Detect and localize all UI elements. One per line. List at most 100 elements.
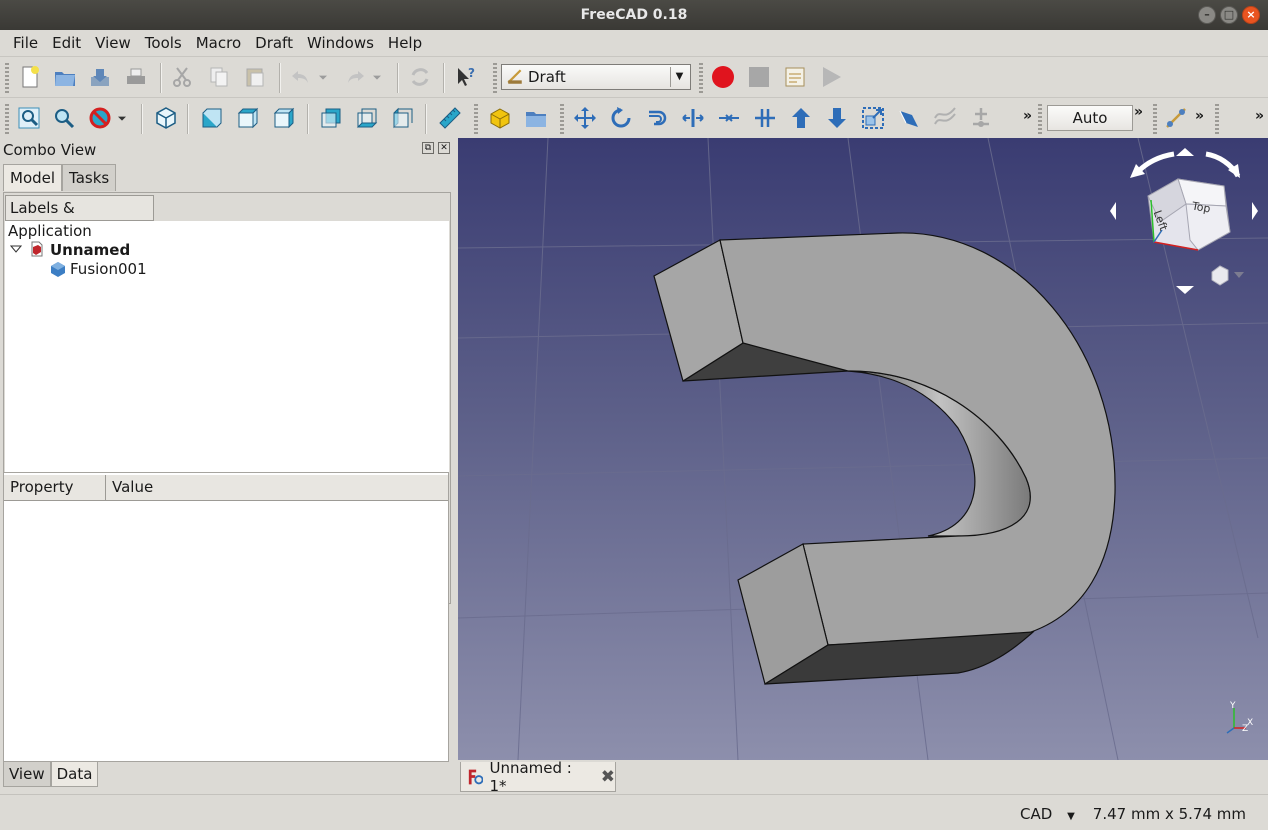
- refresh-icon[interactable]: [406, 63, 434, 91]
- minimize-button[interactable]: –: [1198, 6, 1216, 24]
- create-part-icon[interactable]: [486, 104, 514, 132]
- undo-dropdown-icon[interactable]: [315, 63, 331, 91]
- tree-document-unnamed[interactable]: Unnamed: [50, 241, 130, 259]
- toolbar-grip[interactable]: [474, 104, 478, 134]
- toolbar-grip[interactable]: [5, 63, 9, 93]
- menu-view[interactable]: View: [88, 30, 138, 56]
- view-bottom-icon[interactable]: [353, 104, 381, 132]
- tab-tasks[interactable]: Tasks: [62, 164, 117, 191]
- join-icon[interactable]: [715, 104, 743, 132]
- view-right-icon[interactable]: [270, 104, 298, 132]
- chevron-down-icon: [1234, 272, 1244, 278]
- toolbar-grip[interactable]: [1153, 104, 1157, 134]
- split-icon[interactable]: [751, 104, 779, 132]
- draw-style-dropdown-icon[interactable]: [114, 104, 130, 132]
- toolbar-grip[interactable]: [1038, 104, 1042, 134]
- macro-editor-icon[interactable]: [781, 63, 809, 91]
- tab-model[interactable]: Model: [3, 164, 63, 191]
- cut-icon[interactable]: [168, 63, 196, 91]
- paste-icon[interactable]: [241, 63, 269, 91]
- close-panel-icon[interactable]: ✕: [438, 142, 450, 154]
- print-icon[interactable]: [122, 63, 150, 91]
- shape2dview-icon[interactable]: [895, 104, 923, 132]
- float-panel-icon[interactable]: ⧉: [422, 142, 434, 154]
- view-top-icon[interactable]: [234, 104, 262, 132]
- menu-edit[interactable]: Edit: [45, 30, 88, 56]
- tree-root-application[interactable]: Application: [8, 222, 92, 240]
- whats-this-icon[interactable]: ?: [452, 63, 480, 91]
- property-editor: Property Value: [3, 472, 449, 762]
- toolbar-overflow-button[interactable]: »: [1023, 108, 1032, 124]
- trimex-icon[interactable]: [679, 104, 707, 132]
- axis-y-label: Y: [1230, 701, 1236, 711]
- toolbar-file: ? Draft ▼: [0, 56, 1268, 97]
- draw-style-icon[interactable]: [86, 104, 114, 132]
- toolbar-overflow-button[interactable]: »: [1195, 108, 1204, 124]
- new-document-icon[interactable]: [16, 63, 44, 91]
- snap-lock-icon[interactable]: [1162, 104, 1190, 132]
- toolbar-grip[interactable]: [560, 104, 564, 134]
- close-tab-icon[interactable]: ✖: [601, 767, 615, 787]
- copy-icon[interactable]: [205, 63, 233, 91]
- macro-stop-icon[interactable]: [745, 63, 773, 91]
- menu-draft[interactable]: Draft: [248, 30, 300, 56]
- downgrade-icon[interactable]: [823, 104, 851, 132]
- cube-menu-icon: [1211, 265, 1229, 286]
- property-column-header[interactable]: Property: [4, 475, 106, 500]
- open-folder-icon[interactable]: [51, 63, 79, 91]
- toolbar-overflow-button[interactable]: »: [1255, 108, 1264, 124]
- combo-view-title: Combo View: [3, 141, 97, 159]
- redo-icon[interactable]: [341, 63, 369, 91]
- fit-all-icon[interactable]: [15, 104, 43, 132]
- view-left-icon[interactable]: [389, 104, 417, 132]
- tree-expand-icon[interactable]: [9, 241, 23, 259]
- scale-icon[interactable]: [859, 104, 887, 132]
- menu-macro[interactable]: Macro: [189, 30, 248, 56]
- navigation-style-label: CAD: [1020, 805, 1053, 823]
- toolbar-grip[interactable]: [493, 63, 497, 93]
- menu-help[interactable]: Help: [381, 30, 429, 56]
- value-column-header[interactable]: Value: [106, 475, 448, 500]
- undo-icon[interactable]: [287, 63, 315, 91]
- toolbar-grip[interactable]: [699, 63, 703, 93]
- macro-record-icon[interactable]: [709, 63, 737, 91]
- save-icon[interactable]: [86, 63, 114, 91]
- tab-view[interactable]: View: [3, 762, 51, 787]
- rotate-icon[interactable]: [607, 104, 635, 132]
- fit-selection-icon[interactable]: [50, 104, 78, 132]
- navigation-cube[interactable]: Top Left: [1106, 144, 1262, 300]
- tab-data[interactable]: Data: [50, 762, 99, 787]
- move-icon[interactable]: [571, 104, 599, 132]
- create-group-icon[interactable]: [522, 104, 550, 132]
- upgrade-icon[interactable]: [787, 104, 815, 132]
- menu-windows[interactable]: Windows: [300, 30, 381, 56]
- chevron-down-icon: ▼: [670, 67, 688, 87]
- wire-to-bspline-icon[interactable]: [931, 104, 959, 132]
- menu-tools[interactable]: Tools: [138, 30, 189, 56]
- measure-distance-icon[interactable]: [436, 104, 464, 132]
- document-icon: [29, 241, 45, 261]
- redo-dropdown-icon[interactable]: [369, 63, 385, 91]
- navigation-style-button[interactable]: CAD ▼: [1020, 805, 1075, 823]
- maximize-button[interactable]: □: [1220, 6, 1238, 24]
- add-point-icon[interactable]: [967, 104, 995, 132]
- document-tab-label: Unnamed : 1*: [489, 758, 572, 795]
- snap-working-plane-button[interactable]: Auto: [1047, 105, 1133, 131]
- close-button[interactable]: ×: [1242, 6, 1260, 24]
- menu-file[interactable]: File: [6, 30, 45, 56]
- view-rear-icon[interactable]: [317, 104, 345, 132]
- draft-workbench-icon: [507, 69, 522, 84]
- toolbar-grip[interactable]: [1215, 104, 1219, 134]
- toolbar-grip[interactable]: [5, 104, 9, 134]
- view-isometric-icon[interactable]: [152, 104, 180, 132]
- labels-attributes-header[interactable]: Labels & Attributes: [5, 195, 154, 241]
- toolbar-overflow-button[interactable]: »: [1134, 104, 1143, 120]
- macro-run-icon[interactable]: [817, 63, 845, 91]
- 3d-viewport[interactable]: Y X Z Top Left: [458, 138, 1268, 760]
- workbench-selector[interactable]: Draft ▼: [501, 64, 691, 90]
- tree-object-fusion001[interactable]: Fusion001: [70, 260, 147, 278]
- document-tab-unnamed[interactable]: Unnamed : 1* ✖: [460, 758, 616, 795]
- pan-up-icon: [1176, 148, 1194, 156]
- view-front-icon[interactable]: [198, 104, 226, 132]
- offset-icon[interactable]: [643, 104, 671, 132]
